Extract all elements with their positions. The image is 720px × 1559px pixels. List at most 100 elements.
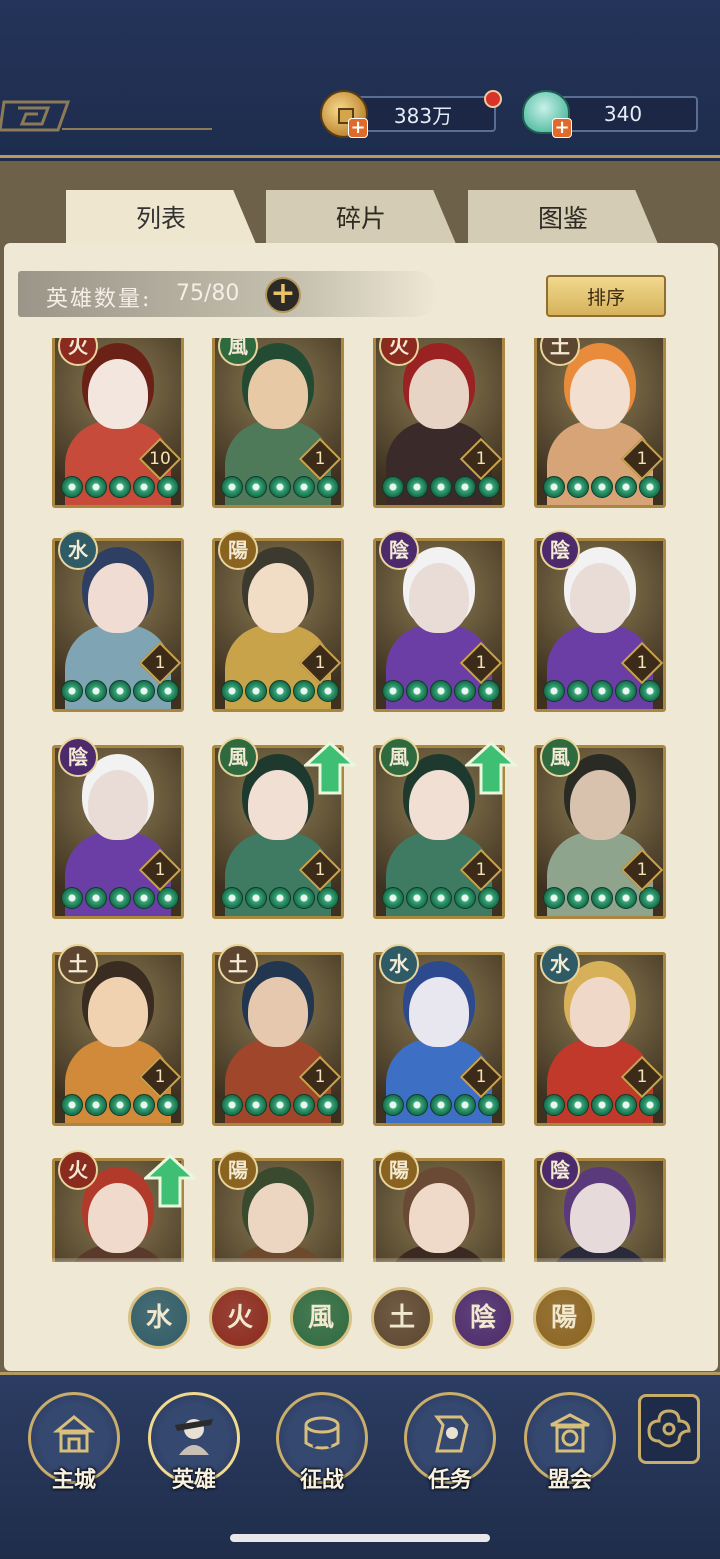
hero-level: 1 xyxy=(154,653,166,673)
jade-star-icon xyxy=(85,476,107,498)
star-rating xyxy=(61,680,179,704)
tab-codex[interactable]: 图鉴 xyxy=(468,190,658,244)
city-gate-icon xyxy=(52,1415,96,1453)
star-rating xyxy=(61,1094,179,1118)
jade-star-icon xyxy=(454,680,476,702)
tab-fragments[interactable]: 碎片 xyxy=(266,190,456,244)
hero-face xyxy=(570,359,630,429)
nav-label: 主城 xyxy=(51,1467,96,1493)
hero-level: 1 xyxy=(314,449,326,469)
jade-star-icon xyxy=(245,1094,267,1116)
more-menu-button[interactable] xyxy=(638,1394,700,1464)
hero-face xyxy=(88,563,148,633)
jade-star-icon xyxy=(61,476,83,498)
jade-star-icon xyxy=(269,476,291,498)
element-badge: 陽 xyxy=(218,530,258,570)
hero-level: 1 xyxy=(475,653,487,673)
jade-star-icon xyxy=(406,887,428,909)
battle-drum-icon xyxy=(304,1416,340,1450)
hero-level: 1 xyxy=(475,1067,487,1087)
star-rating xyxy=(382,1094,500,1118)
jade-star-icon xyxy=(406,1094,428,1116)
jade-star-icon xyxy=(454,476,476,498)
divider-line xyxy=(62,128,212,130)
hero-face xyxy=(409,563,469,633)
star-rating xyxy=(543,680,661,704)
element-filter-button[interactable]: 水 xyxy=(128,1287,190,1349)
jade-star-icon xyxy=(85,680,107,702)
jade-star-icon xyxy=(430,1094,452,1116)
hero-face xyxy=(409,977,469,1047)
jade-star-icon xyxy=(430,887,452,909)
element-filter-button[interactable]: 火 xyxy=(209,1287,271,1349)
add-gold-button[interactable]: + xyxy=(348,118,368,138)
hero-face xyxy=(248,977,308,1047)
hero-face xyxy=(248,563,308,633)
element-badge: 風 xyxy=(379,737,419,777)
element-filter-button[interactable]: 土 xyxy=(371,1287,433,1349)
jade-star-icon xyxy=(133,1094,155,1116)
hero-level: 1 xyxy=(475,449,487,469)
star-rating xyxy=(543,476,661,500)
jade-star-icon xyxy=(109,680,131,702)
star-rating xyxy=(543,887,661,911)
element-badge: 風 xyxy=(540,737,580,777)
jade-star-icon xyxy=(430,476,452,498)
hero-face xyxy=(570,770,630,840)
hero-face xyxy=(248,1183,308,1253)
sort-button[interactable]: 排序 xyxy=(546,275,666,317)
jade-amount: 340 xyxy=(603,102,643,126)
star-rating xyxy=(221,1094,339,1118)
element-badge: 陰 xyxy=(379,530,419,570)
jade-star-icon xyxy=(221,887,243,909)
tab-list[interactable]: 列表 xyxy=(66,190,256,244)
hero-face xyxy=(409,770,469,840)
scroll-task-icon xyxy=(434,1415,469,1453)
jade-star-icon xyxy=(382,1094,404,1116)
hero-count-label: 英雄数量: xyxy=(46,287,152,312)
hero-face xyxy=(88,770,148,840)
element-badge: 陰 xyxy=(540,1150,580,1190)
expand-capacity-button[interactable]: + xyxy=(265,277,301,313)
jade-star-icon xyxy=(382,680,404,702)
star-rating xyxy=(221,476,339,500)
jade-star-icon xyxy=(430,680,452,702)
jade-star-icon xyxy=(382,887,404,909)
jade-star-icon xyxy=(293,476,315,498)
element-filter-button[interactable]: 陽 xyxy=(533,1287,595,1349)
upgrade-arrow-icon xyxy=(304,741,356,795)
jade-star-icon xyxy=(406,476,428,498)
element-filter-button[interactable]: 陰 xyxy=(452,1287,514,1349)
add-jade-button[interactable]: + xyxy=(552,118,572,138)
jade-star-icon xyxy=(615,476,637,498)
sort-label: 排序 xyxy=(586,286,625,309)
nav-label: 英雄 xyxy=(171,1467,216,1493)
hero-count-value: 75/80 xyxy=(176,281,240,306)
hero-face xyxy=(409,359,469,429)
jade-star-icon xyxy=(567,680,589,702)
nav-label: 任务 xyxy=(427,1467,472,1493)
jade-star-icon xyxy=(543,680,565,702)
jade-star-icon xyxy=(85,887,107,909)
grid-fade xyxy=(6,1258,714,1274)
element-filter-button[interactable]: 風 xyxy=(290,1287,352,1349)
jade-star-icon xyxy=(245,887,267,909)
star-rating xyxy=(61,476,179,500)
gold-amount: 383万 xyxy=(393,103,453,128)
element-badge: 火 xyxy=(58,1150,98,1190)
jade-star-icon xyxy=(293,1094,315,1116)
hero-level: 1 xyxy=(636,1067,648,1087)
notification-dot xyxy=(484,90,502,108)
jade-star-icon xyxy=(567,887,589,909)
hero-grid: 10 火 1 風 1 火 1 土 1 水 1 陽 1 陰 1 陰 1 陰 1 風 1 風 1 風 1 土 1 土 1 水 1 水火陽陽陰 xyxy=(40,338,690,1262)
jade-star-icon xyxy=(61,1094,83,1116)
element-badge: 陽 xyxy=(379,1150,419,1190)
hero-face xyxy=(88,1183,148,1253)
jade-star-icon xyxy=(109,476,131,498)
hero-level: 1 xyxy=(154,1067,166,1087)
alliance-hall-icon xyxy=(550,1413,590,1453)
jade-star-icon xyxy=(221,1094,243,1116)
jade-star-icon xyxy=(591,887,613,909)
home-indicator xyxy=(230,1534,490,1542)
jade-star-icon xyxy=(615,1094,637,1116)
